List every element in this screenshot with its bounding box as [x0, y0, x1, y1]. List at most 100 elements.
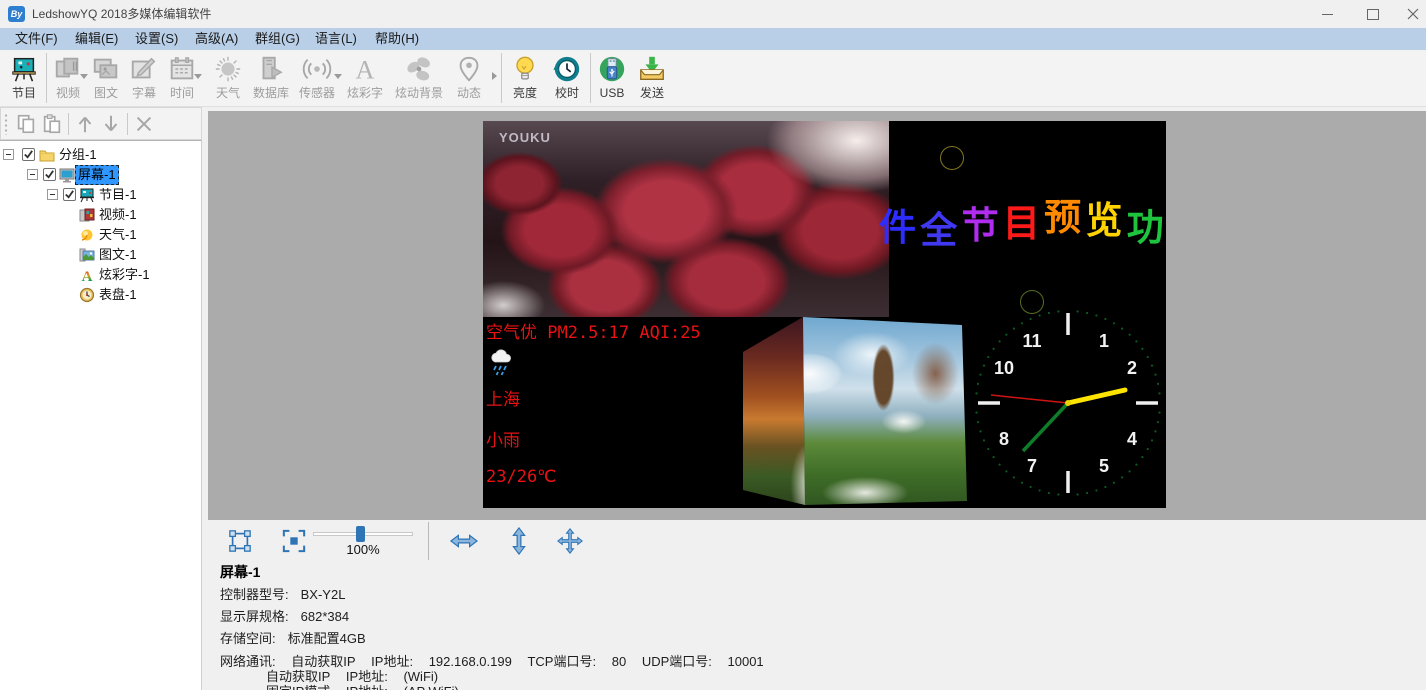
- ip-label: IP地址:: [346, 684, 388, 690]
- resolution-label: 显示屏规格:: [220, 609, 289, 624]
- storage-row: 存储空间:标准配置4GB: [220, 628, 378, 647]
- ip-mode: 固定IP模式: [266, 684, 330, 690]
- clock-number: 4: [1127, 429, 1137, 449]
- screen-name: 屏幕-1: [220, 562, 260, 582]
- clock-number: 8: [999, 429, 1009, 449]
- tree-label[interactable]: 天气-1: [96, 225, 140, 245]
- weather-button[interactable]: 天气: [207, 52, 249, 106]
- menu-advanced[interactable]: 高级(A): [195, 28, 241, 50]
- send-button[interactable]: 发送: [631, 52, 673, 106]
- bubble-decoration: [940, 146, 964, 170]
- stretch-horizontal-button[interactable]: [450, 528, 478, 554]
- tree-label[interactable]: 炫彩字-1: [96, 265, 153, 285]
- delete-button[interactable]: [131, 111, 157, 137]
- title-bar: By LedshowYQ 2018多媒体编辑软件: [0, 0, 1426, 28]
- tree-item-video[interactable]: 视频-1: [0, 205, 201, 225]
- scroll-char: 览: [1085, 190, 1119, 244]
- move-region-button[interactable]: [556, 528, 584, 554]
- dynamic-bg-button[interactable]: 炫动背景: [389, 52, 449, 106]
- tree-item-screen[interactable]: 屏幕-1: [0, 165, 201, 185]
- location-pin-icon: [454, 52, 484, 86]
- time-sync-button[interactable]: 校时: [546, 52, 588, 106]
- rotating-cube-region[interactable]: [741, 315, 967, 508]
- tree-item-program[interactable]: 节目-1: [0, 185, 201, 205]
- menu-group[interactable]: 群组(G): [255, 28, 301, 50]
- tree-item-group[interactable]: 分组-1: [0, 145, 201, 165]
- scroll-text-region[interactable]: 件 全 节 目 预 览 功 能: [879, 193, 1165, 247]
- menu-help[interactable]: 帮助(H): [375, 28, 421, 50]
- close-button[interactable]: [1398, 0, 1426, 28]
- air-quality-text: 空气优 PM2.5:17 AQI:25: [486, 318, 701, 343]
- usb-button[interactable]: USB: [593, 52, 631, 106]
- minimize-button[interactable]: [1312, 0, 1342, 28]
- menu-language[interactable]: 语言(L): [315, 28, 361, 50]
- subtitle-button[interactable]: 字幕: [125, 52, 163, 106]
- tree-item-picture[interactable]: 图文-1: [0, 245, 201, 265]
- brightness-button[interactable]: 亮度: [504, 52, 546, 106]
- clock-number: 1: [1099, 331, 1109, 351]
- monitor-icon: [59, 167, 75, 183]
- color-text-button[interactable]: A 炫彩字: [341, 52, 389, 106]
- copy-button[interactable]: [13, 111, 39, 137]
- pictures-button[interactable]: 图文: [87, 52, 125, 106]
- tree-label[interactable]: 分组-1: [56, 145, 100, 165]
- sensor-button[interactable]: 传感器: [293, 52, 341, 106]
- tree-label[interactable]: 图文-1: [96, 245, 140, 265]
- video-film-icon: [53, 52, 83, 86]
- led-screen-preview[interactable]: YOUKU 件 全 节 目 预 览 功 能 空气优 PM2.5:17 AQI:2…: [483, 121, 1166, 508]
- dynamic-button[interactable]: 动态: [449, 52, 489, 106]
- checkbox-checked[interactable]: [63, 188, 76, 201]
- collapse-icon[interactable]: [3, 149, 14, 160]
- analog-clock-region[interactable]: 1 2 4 5 7 8 10 11: [968, 303, 1166, 503]
- toolbar-separator: [428, 522, 429, 560]
- move-down-icon: [100, 113, 122, 135]
- video-button[interactable]: 视频: [49, 52, 87, 106]
- paste-button[interactable]: [39, 111, 65, 137]
- tree-label[interactable]: 节目-1: [96, 185, 140, 205]
- fit-screen-button[interactable]: [280, 528, 308, 554]
- collapse-icon[interactable]: [47, 189, 58, 200]
- menu-settings[interactable]: 设置(S): [135, 28, 181, 50]
- udp-value: 10001: [728, 654, 764, 669]
- tcp-value: 80: [612, 654, 626, 669]
- zoom-slider-thumb[interactable]: [356, 526, 365, 542]
- usb-icon: [597, 52, 627, 86]
- fit-screen-icon: [282, 529, 306, 553]
- video-region[interactable]: YOUKU: [483, 121, 889, 317]
- menu-edit[interactable]: 编辑(E): [75, 28, 121, 50]
- svg-text:A: A: [82, 269, 93, 283]
- tree-item-dial[interactable]: 表盘-1: [0, 285, 201, 305]
- stretch-vertical-button[interactable]: [505, 528, 533, 554]
- tree-label[interactable]: 视频-1: [96, 205, 140, 225]
- tree-label[interactable]: 表盘-1: [96, 285, 140, 305]
- move-up-button[interactable]: [72, 111, 98, 137]
- checkbox-checked[interactable]: [43, 168, 56, 181]
- collapse-icon[interactable]: [27, 169, 38, 180]
- tree-item-colortext[interactable]: A 炫彩字-1: [0, 265, 201, 285]
- subtitle-edit-icon: [129, 52, 159, 86]
- close-icon: [1407, 8, 1419, 20]
- preview-canvas[interactable]: YOUKU 件 全 节 目 预 览 功 能 空气优 PM2.5:17 AQI:2…: [208, 111, 1426, 520]
- maximize-button[interactable]: [1358, 0, 1388, 28]
- toolbar-overflow-icon[interactable]: [489, 72, 499, 80]
- resolution-value: 682*384: [301, 609, 349, 624]
- program-button[interactable]: 节目: [4, 52, 44, 106]
- scroll-char: 全: [920, 200, 954, 254]
- program-tree-panel: 分组-1 屏幕-1 节目-1 视频-1 天气-1 图文-1 A 炫彩字: [0, 140, 202, 690]
- fit-selection-button[interactable]: [226, 528, 254, 554]
- clock-number: 5: [1099, 456, 1109, 476]
- move-down-button[interactable]: [98, 111, 124, 137]
- database-button[interactable]: 数据库: [249, 52, 293, 106]
- menu-file[interactable]: 文件(F): [15, 28, 61, 50]
- tree-label-selected[interactable]: 屏幕-1: [75, 165, 119, 185]
- time-button[interactable]: 时间: [163, 52, 201, 106]
- storage-label: 存储空间:: [220, 631, 276, 646]
- move-up-icon: [74, 113, 96, 135]
- svg-text:A: A: [356, 55, 375, 84]
- tree-item-weather[interactable]: 天气-1: [0, 225, 201, 245]
- toolbar-grip[interactable]: [4, 113, 9, 135]
- temperature-text: 23/26℃: [486, 467, 556, 487]
- scroll-char: 功: [1127, 197, 1161, 251]
- brightness-bulb-icon: [510, 52, 540, 86]
- checkbox-checked[interactable]: [22, 148, 35, 161]
